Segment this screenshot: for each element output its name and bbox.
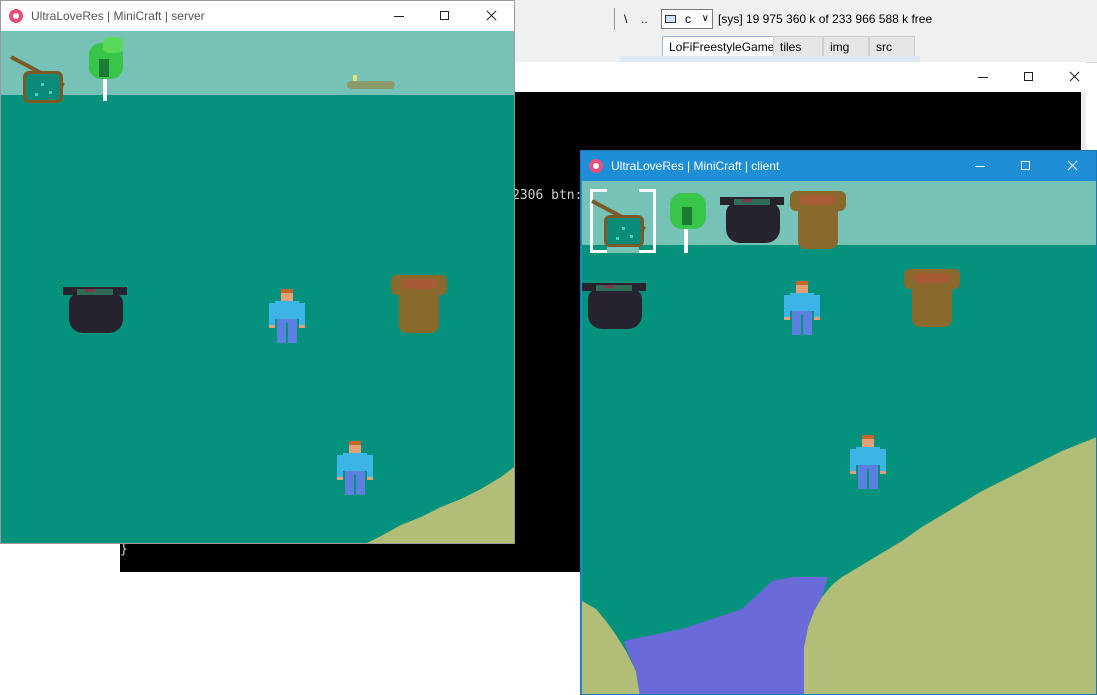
maximize-icon[interactable]	[1003, 151, 1049, 181]
close-icon[interactable]	[1049, 151, 1095, 181]
tab-lofifreestylegame[interactable]: LoFiFreestyleGame	[662, 36, 782, 56]
client-window[interactable]: UltraLoveRes | MiniCraft | client	[580, 150, 1097, 695]
tab-tiles[interactable]: tiles	[773, 36, 823, 56]
close-icon[interactable]	[1051, 62, 1097, 92]
app-heart-icon	[589, 159, 603, 173]
window-title: UltraLoveRes | MiniCraft | client	[611, 159, 780, 173]
terrain	[582, 437, 1096, 694]
water-terrain	[624, 577, 828, 694]
client-titlebar[interactable]: UltraLoveRes | MiniCraft | client	[581, 151, 1096, 181]
tab-img[interactable]: img	[823, 36, 869, 56]
close-icon[interactable]	[468, 1, 514, 31]
console-line: 2306 btn:	[512, 188, 583, 203]
sand-terrain	[367, 467, 514, 543]
window-title: UltraLoveRes | MiniCraft | server	[31, 9, 205, 23]
maximize-icon[interactable]	[1006, 62, 1052, 92]
drive-letter: c	[685, 12, 691, 26]
minimize-icon[interactable]	[960, 62, 1006, 92]
tab-src[interactable]: src	[869, 36, 915, 56]
sand-terrain	[804, 437, 1096, 694]
maximize-icon[interactable]	[422, 1, 468, 31]
server-game-canvas[interactable]	[1, 31, 514, 543]
disk-free-status: [sys] 19 975 360 k of 233 966 588 k free	[718, 12, 933, 26]
root-dir-button[interactable]: \	[624, 12, 627, 26]
client-game-canvas[interactable]	[582, 181, 1096, 694]
parent-dir-button[interactable]: ..	[641, 12, 648, 26]
chevron-down-icon[interactable]: ∨	[702, 10, 709, 28]
app-heart-icon	[9, 9, 23, 23]
server-window[interactable]: UltraLoveRes | MiniCraft | server	[0, 0, 515, 544]
console-line: }	[120, 542, 128, 557]
toolbar-separator	[614, 8, 615, 30]
server-titlebar[interactable]: UltraLoveRes | MiniCraft | server	[1, 1, 514, 31]
drive-select[interactable]: c ∨	[661, 9, 713, 29]
minimize-icon[interactable]	[957, 151, 1003, 181]
drive-icon	[665, 15, 676, 23]
minimize-icon[interactable]	[376, 1, 422, 31]
